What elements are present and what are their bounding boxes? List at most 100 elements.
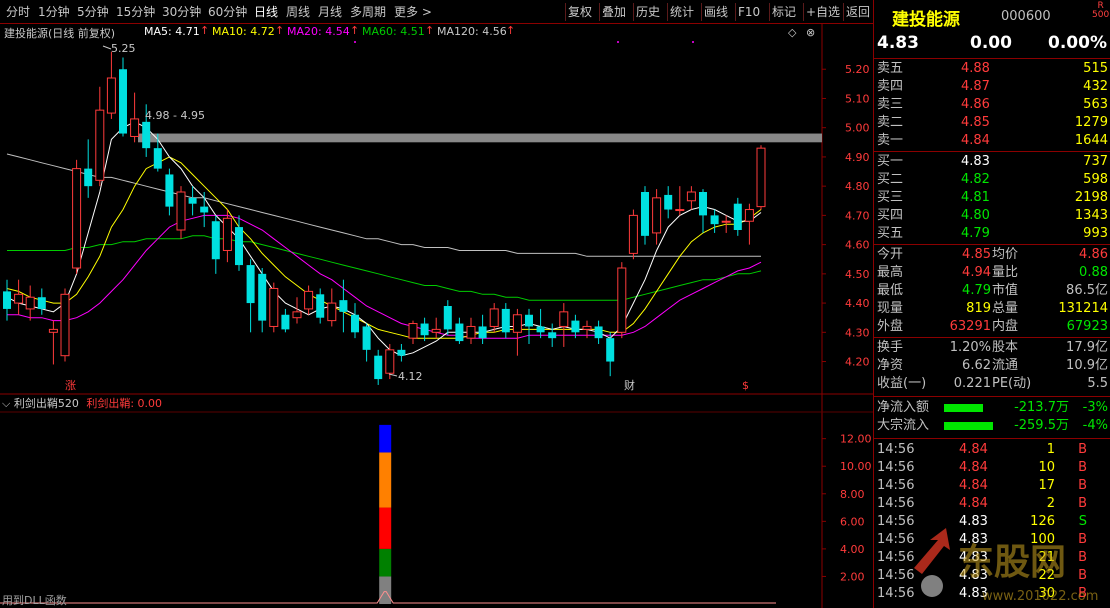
candle-body <box>119 69 127 134</box>
signal-dot <box>692 41 694 43</box>
period-tab[interactable]: 1分钟 <box>38 3 70 21</box>
candle-body <box>489 308 499 327</box>
period-tab[interactable]: 日线 <box>254 3 278 21</box>
toolbar-divider <box>843 3 844 21</box>
period-tab[interactable]: 60分钟 <box>208 3 247 21</box>
last-price: 4.83 <box>877 33 919 53</box>
stat-label: 最低 <box>877 283 904 298</box>
toolbar-action[interactable]: 标记 <box>772 3 796 21</box>
stat-row: 最低 4.79 市值 86.5亿 <box>874 282 1110 300</box>
tick-volume: 2 <box>1046 496 1055 511</box>
stat2-row: 净资 6.62 流通 10.9亿 <box>874 357 1110 375</box>
candle-body <box>25 296 35 310</box>
stat2-row: 换手 1.20% 股本 17.9亿 <box>874 339 1110 357</box>
toolbar-action[interactable]: +自选 <box>806 3 840 21</box>
price-change-pct: 0.00% <box>1048 33 1107 53</box>
stat-value: 1.20% <box>949 340 991 355</box>
bid-price: 4.81 <box>961 190 990 205</box>
close-icon[interactable]: ⊗ <box>806 26 815 39</box>
y-tick-label: 5.10 <box>845 92 870 105</box>
kline-chart[interactable]: 5.20 5.10 5.00 4.90 4.80 4.70 4.60 4.50 4.40 4.30… <box>0 24 873 608</box>
candle-body <box>292 311 302 319</box>
ma120-arrow-icon: ↑ <box>506 24 516 37</box>
dll-note: 用到DLL函数 <box>2 594 67 607</box>
toolbar-action[interactable]: 画线 <box>704 3 728 21</box>
tick-time: 14:56 <box>877 586 915 601</box>
bid-price: 4.79 <box>961 226 990 241</box>
signal-segment <box>379 576 392 604</box>
ma10-arrow-icon: ↑ <box>275 24 285 37</box>
bid-volume: 598 <box>1083 172 1108 187</box>
ask-row: 卖五 4.88 515 <box>874 60 1110 78</box>
period-tab[interactable]: 周线 <box>286 3 310 21</box>
stat-value: 17.9亿 <box>1066 340 1108 355</box>
y-tick-label: 4.80 <box>845 180 870 193</box>
stock-name: 建投能源 <box>892 10 960 30</box>
candle-body <box>385 349 395 374</box>
stat-label: 市值 <box>992 283 1019 298</box>
bid-row: 买五 4.79 993 <box>874 225 1110 243</box>
tick-volume: 22 <box>1038 568 1055 583</box>
stat-value: 86.5亿 <box>1066 283 1108 298</box>
stat-row: 最高 4.94 量比 0.88 <box>874 264 1110 282</box>
period-tab[interactable]: 分时 <box>6 3 30 21</box>
toolbar-divider <box>701 3 702 21</box>
bid-label: 买五 <box>877 226 904 241</box>
stat-label: 总量 <box>992 301 1019 316</box>
tick-row: 14:56 4.83 100 B <box>874 531 1110 549</box>
period-tab[interactable]: 30分钟 <box>162 3 201 21</box>
period-tab[interactable]: 更多 > <box>394 3 432 21</box>
candle-body <box>699 192 707 216</box>
toolbar-action[interactable]: 历史 <box>636 3 660 21</box>
tick-time: 14:56 <box>877 532 915 547</box>
stat2-row: 收益(一) 0.221 PE(动) 5.5 <box>874 375 1110 393</box>
toolbar-action[interactable]: 统计 <box>670 3 694 21</box>
flow-pct: -3% <box>1082 400 1108 415</box>
ind-tick-label: 10.00 <box>840 460 872 473</box>
tick-row: 14:56 4.83 21 B <box>874 549 1110 567</box>
stock-header: 建投能源 000600 R 500 4.83 0.00 0.00% <box>873 0 1110 58</box>
ask-row: 卖三 4.86 563 <box>874 96 1110 114</box>
tick-price: 4.83 <box>959 586 988 601</box>
high-pointer <box>102 45 112 50</box>
period-tab[interactable]: 5分钟 <box>77 3 109 21</box>
y-tick-label: 5.20 <box>845 63 870 76</box>
divider <box>874 244 1110 245</box>
period-tab[interactable]: 多周期 <box>350 3 386 21</box>
candle-body <box>258 273 267 321</box>
candle-body <box>686 191 696 202</box>
candle-body <box>721 220 731 223</box>
candle-body <box>536 326 545 333</box>
stat-label: 收益(一) <box>877 376 927 391</box>
event-marker-zhang: 涨 <box>65 379 76 392</box>
period-toolbar: 分时 1分钟 5分钟 15分钟 30分钟 60分钟 日线 周线 月线 多周期 更多 > 返回 +自选 标记… <box>0 0 873 24</box>
toolbar-divider <box>769 3 770 21</box>
toolbar-action[interactable]: 复权 <box>568 3 592 21</box>
candle-body <box>641 192 649 236</box>
toolbar-action[interactable]: 返回 <box>846 3 870 21</box>
candle-body <box>594 326 603 339</box>
toolbar-action[interactable]: F10 <box>738 3 760 21</box>
candle-body <box>571 320 580 333</box>
period-tab[interactable]: 15分钟 <box>116 3 155 21</box>
candle-body <box>37 297 46 309</box>
ma60-arrow-icon: ↑ <box>425 24 435 37</box>
candle-body <box>72 168 82 269</box>
period-tab[interactable]: 月线 <box>318 3 342 21</box>
bid-label: 买四 <box>877 208 904 223</box>
signal-segment <box>379 507 392 549</box>
stat-label: 最高 <box>877 265 904 280</box>
bid-label: 买二 <box>877 172 904 187</box>
y-tick-label: 5.00 <box>845 122 870 135</box>
chevron-down-icon[interactable]: ⌵ <box>2 397 10 410</box>
diamond-icon[interactable]: ◇ <box>788 26 797 39</box>
toolbar-action[interactable]: 叠加 <box>602 3 626 21</box>
stat-label: 今开 <box>877 247 904 262</box>
stat-value: 4.85 <box>962 247 991 262</box>
toolbar-divider <box>667 3 668 21</box>
candle-body <box>675 209 685 212</box>
ma5-arrow-icon: ↑ <box>200 24 210 37</box>
y-tick-label: 4.40 <box>845 297 870 310</box>
tick-side: B <box>1078 586 1087 601</box>
flow-row: 净流入额 -213.7万 -3% <box>874 399 1110 417</box>
